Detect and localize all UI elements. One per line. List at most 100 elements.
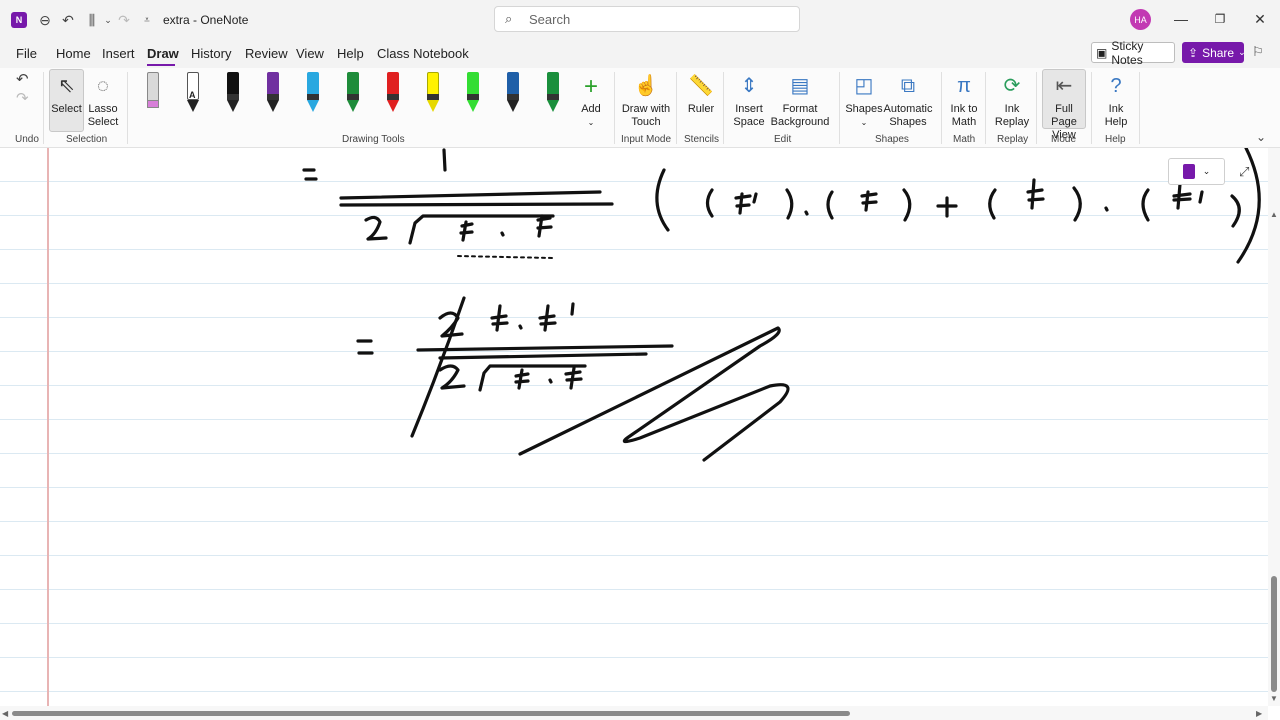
menu-class-notebook[interactable]: Class Notebook [377, 46, 469, 61]
menu-history[interactable]: History [191, 46, 231, 61]
collapse-ribbon-icon[interactable]: ⌄ [1256, 130, 1266, 144]
ink-stroke [514, 368, 530, 390]
lasso-select-button[interactable]: ◌ Lasso Select [86, 69, 120, 129]
horizontal-scrollbar[interactable]: ◀ ▶ [0, 706, 1268, 720]
ink-stroke [364, 215, 388, 241]
group-separator [1091, 72, 1092, 144]
group-label-edit: Edit [774, 134, 792, 145]
page-canvas[interactable]: ⌄ ⤢ [0, 148, 1268, 706]
avatar[interactable]: HA [1130, 9, 1151, 30]
notebook-switcher-button[interactable]: ⌄ [1168, 158, 1225, 185]
menu-view[interactable]: View [296, 46, 324, 61]
format-background-button[interactable]: ▤ Format Background [768, 69, 832, 129]
draw-with-touch-button[interactable]: ☝ Draw with Touch [620, 69, 672, 129]
pen-red-tool[interactable] [384, 72, 402, 114]
insert-space-button[interactable]: ⇕ Insert Space [730, 69, 768, 129]
ink-stroke [826, 190, 834, 220]
ribbon-undo-button[interactable]: ↶ [16, 69, 29, 89]
scroll-down-arrow-icon[interactable]: ▼ [1270, 694, 1278, 703]
scroll-up-arrow-icon[interactable]: ▲ [1270, 210, 1278, 219]
back-icon[interactable]: ⊖ [35, 10, 55, 30]
select-label: Select [51, 103, 82, 115]
redo-icon[interactable]: ↷ [114, 10, 134, 30]
ink-stroke [457, 255, 553, 259]
expand-icon[interactable]: ⤢ [1239, 164, 1249, 180]
horizontal-scroll-thumb[interactable] [12, 711, 850, 716]
ink-stroke [302, 168, 318, 181]
lasso-label-2: Select [87, 116, 119, 128]
vertical-scrollbar[interactable]: ▲ ▼ [1268, 148, 1280, 706]
menu-draw[interactable]: Draw [147, 46, 179, 61]
undo-icon[interactable]: ↶ [58, 10, 78, 30]
scroll-left-arrow-icon[interactable]: ◀ [2, 709, 8, 718]
pencil-tool[interactable]: A [184, 72, 202, 114]
close-icon[interactable]: ✕ [1249, 9, 1271, 29]
auto-shapes-label-1: Automatic [883, 103, 933, 115]
automatic-shapes-button[interactable]: ⧉ Automatic Shapes [883, 69, 933, 129]
ruler-label: Ruler [687, 103, 715, 115]
ink-to-math-button[interactable]: π Ink to Math [948, 69, 980, 129]
shapes-button[interactable]: ◰ Shapes ⌄ [845, 69, 883, 129]
group-label-stencils: Stencils [684, 134, 720, 145]
ink-replay-button[interactable]: ⟳ Ink Replay [993, 69, 1031, 129]
menu-help[interactable]: Help [337, 46, 364, 61]
ink-stroke [734, 192, 758, 215]
group-separator [839, 72, 840, 144]
sticky-notes-button[interactable]: ▣ Sticky Notes [1091, 39, 1175, 67]
ink-stroke [1230, 194, 1241, 228]
pen-cyan-tool[interactable] [304, 72, 322, 114]
shapes-icon: ◰ [854, 74, 874, 97]
lasso-icon: ◌ [97, 74, 109, 97]
share-icon: ⇪ [1188, 45, 1199, 60]
draw-touch-label-1: Draw with [621, 103, 671, 115]
collaboration-icon[interactable]: ⚐ [1252, 44, 1264, 60]
pen-black-tool[interactable] [224, 72, 242, 114]
scroll-right-arrow-icon[interactable]: ▶ [1256, 709, 1262, 718]
highlighter-green-tool[interactable] [464, 72, 482, 114]
ink-stroke [478, 364, 587, 392]
ink-stroke [564, 366, 583, 390]
restore-icon[interactable]: ❐ [1209, 9, 1231, 29]
vertical-scroll-thumb[interactable] [1271, 576, 1277, 692]
ribbon-redo-button[interactable]: ↷ [16, 88, 29, 108]
ink-stroke [860, 190, 878, 212]
pen-green-tool[interactable] [344, 72, 362, 114]
menu-review[interactable]: Review [245, 46, 288, 61]
menu-home[interactable]: Home [56, 46, 91, 61]
insert-space-icon: ⇕ [740, 74, 758, 97]
ink-stroke [438, 364, 466, 390]
pen-darkgreen-tool[interactable] [544, 72, 562, 114]
pen-blue-tool[interactable] [504, 72, 522, 114]
ruler-button[interactable]: 📏 Ruler [684, 69, 718, 116]
select-button[interactable]: ⇖ Select [51, 69, 82, 116]
search-box[interactable]: ⌕ Search [494, 6, 800, 32]
share-button[interactable]: ⇪ Share ⌄ [1182, 42, 1246, 63]
menu-insert[interactable]: Insert [102, 46, 135, 61]
ink-help-label-1: Ink [1108, 103, 1124, 115]
ink-replay-label-2: Replay [994, 116, 1030, 128]
add-pen-button[interactable]: + Add ⌄ [578, 69, 604, 129]
insert-space-label-1: Insert [735, 103, 763, 115]
menu-file[interactable]: File [16, 46, 37, 61]
window-title: extra - OneNote [163, 13, 249, 27]
ink-stroke [1104, 206, 1109, 212]
pi-math-icon: π [957, 74, 971, 97]
minimize-icon[interactable]: — [1170, 9, 1192, 29]
shapes-label: Shapes [845, 103, 883, 115]
highlighter-yellow-tool[interactable] [424, 72, 442, 114]
eraser-tool[interactable] [144, 72, 162, 114]
format-bg-label-2: Background [770, 116, 830, 128]
sticky-note-icon: ▣ [1096, 45, 1108, 60]
full-page-view-button[interactable]: ⇤ Full Page View [1043, 69, 1085, 142]
full-page-label-1: Full Page [1051, 103, 1077, 128]
ink-help-button[interactable]: ? Ink Help [1097, 69, 1135, 129]
customize-quick-access-icon[interactable]: ⩡ [137, 10, 157, 30]
notebook-icon [1182, 164, 1195, 179]
draw-ribbon: ↶ ↷ Undo ⇖ Select ◌ Lasso Select Selecti… [0, 68, 1280, 148]
lasso-label-1: Lasso [88, 103, 118, 115]
group-label-math: Math [953, 134, 976, 145]
ink-stroke [500, 231, 505, 237]
group-separator [43, 72, 44, 144]
pen-purple-tool[interactable] [264, 72, 282, 114]
search-icon: ⌕ [505, 11, 513, 26]
